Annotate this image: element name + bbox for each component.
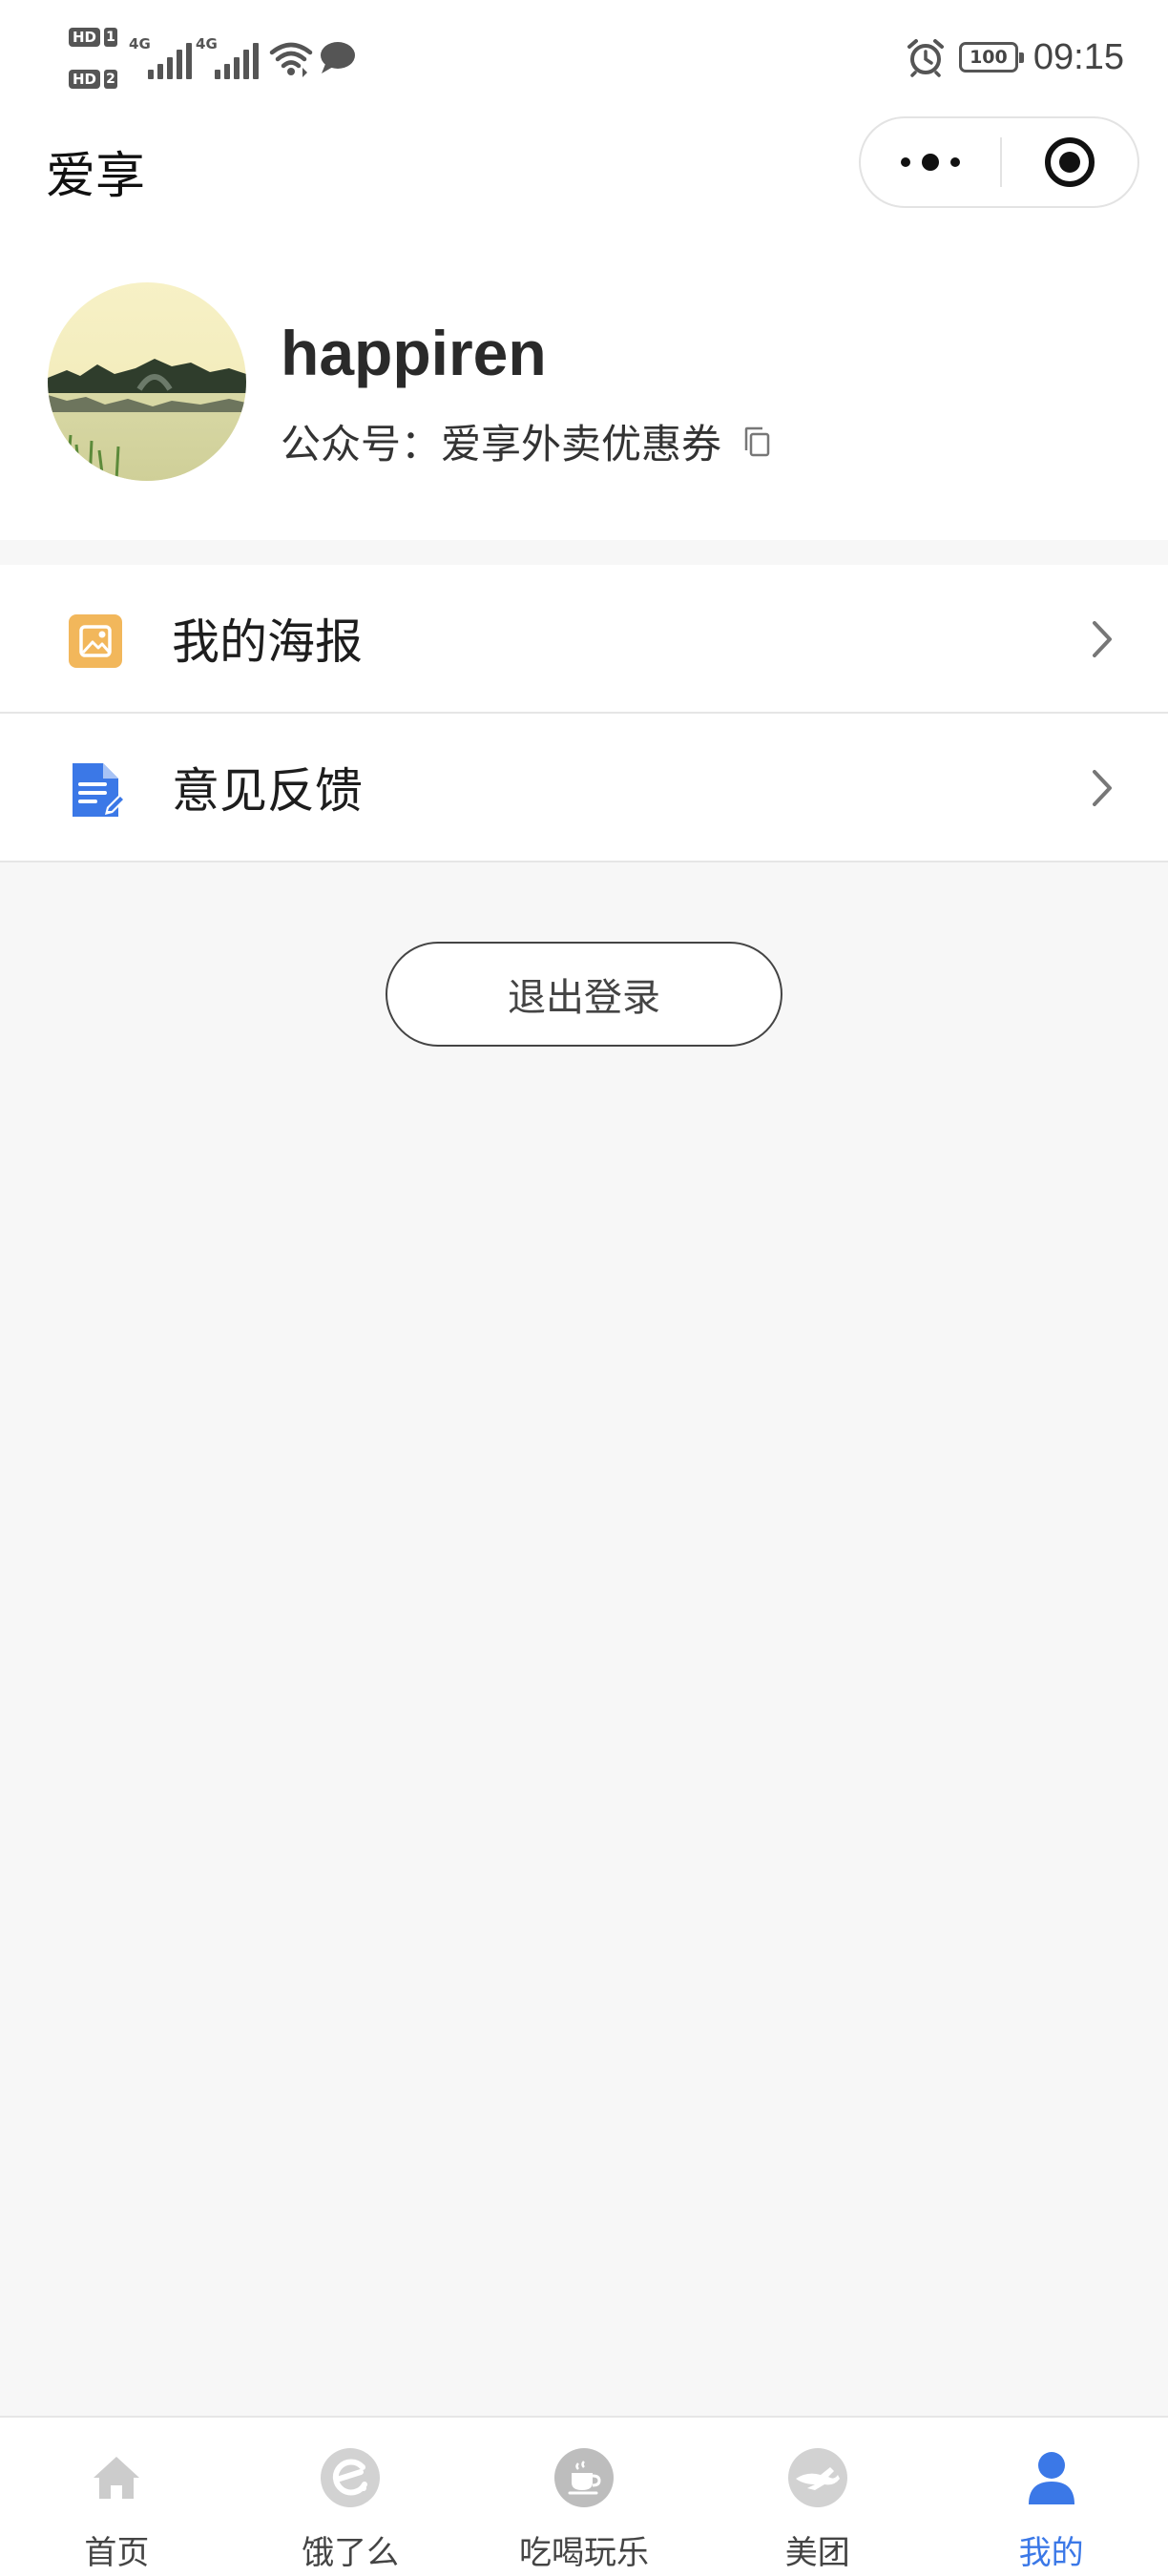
- official-account-name: 爱享外卖优惠券: [441, 421, 722, 467]
- menu-list: 我的海报 意见反馈: [0, 565, 1168, 862]
- tab-food-fun[interactable]: 吃喝玩乐: [468, 2418, 701, 2576]
- logout-label: 退出登录: [508, 976, 660, 1020]
- more-icon: [950, 157, 960, 167]
- status-right: 100 09:15: [906, 27, 1124, 88]
- battery-level: 100: [970, 46, 1008, 68]
- home-icon: [94, 2457, 140, 2499]
- copy-icon[interactable]: [742, 426, 771, 458]
- official-account-line: 公众号： 爱享外卖优惠券: [281, 412, 771, 470]
- close-button[interactable]: [1002, 118, 1137, 206]
- wifi-icon: [269, 42, 313, 77]
- menu-item-feedback[interactable]: 意见反馈: [0, 714, 1168, 862]
- avatar[interactable]: [48, 282, 246, 481]
- network-type: 4G: [129, 35, 151, 52]
- chevron-right-icon: [1093, 770, 1112, 806]
- tab-label: 我的: [1018, 2534, 1084, 2572]
- feedback-document-icon: [73, 763, 124, 817]
- alarm-icon: [907, 39, 944, 77]
- message-icon: [321, 42, 356, 73]
- status-left: HD 1 HD 2 4G 4G: [69, 25, 358, 92]
- tab-eleme[interactable]: 饿了么: [234, 2418, 468, 2576]
- tab-mine[interactable]: 我的: [934, 2418, 1168, 2576]
- poster-image-icon: [69, 614, 122, 668]
- tab-home[interactable]: 首页: [0, 2418, 234, 2576]
- eleme-icon: [321, 2448, 381, 2507]
- menu-item-my-poster[interactable]: 我的海报: [0, 565, 1168, 714]
- status-bar: HD 1 HD 2 4G 4G 100 09:15: [0, 0, 1168, 114]
- official-account-label: 公众号：: [281, 421, 442, 467]
- page-title: 爱享: [46, 148, 146, 205]
- signal-icon: 4G: [129, 35, 193, 81]
- profile-card: happiren 公众号： 爱享外卖优惠券: [0, 221, 1168, 540]
- bottom-tab-bar: 首页 饿了么 吃喝玩乐 美团 我的: [0, 2416, 1168, 2576]
- hd-indicators: HD 1 HD 2: [69, 28, 118, 89]
- tab-label: 首页: [84, 2534, 150, 2572]
- more-button[interactable]: [861, 118, 1000, 206]
- username: happiren: [281, 318, 547, 388]
- signal-icon: 4G: [196, 35, 260, 81]
- tab-label: 饿了么: [302, 2534, 400, 2572]
- logout-button[interactable]: 退出登录: [386, 942, 782, 1047]
- status-time: 09:15: [1032, 36, 1124, 77]
- user-icon: [1028, 2452, 1074, 2504]
- menu-item-label: 我的海报: [172, 614, 363, 670]
- tab-meituan[interactable]: 美团: [700, 2418, 934, 2576]
- tab-label: 吃喝玩乐: [518, 2534, 649, 2572]
- sim-slot: 1: [104, 28, 118, 47]
- tab-label: 美团: [784, 2534, 850, 2572]
- sim1-indicator: HD 1: [69, 28, 118, 47]
- network-type: 4G: [196, 35, 218, 52]
- page: HD 1 HD 2 4G 4G 100 09:15 爱享 happiren 公众…: [0, 0, 1168, 2576]
- coffee-cup-icon: [553, 2448, 614, 2507]
- more-icon: [901, 157, 910, 167]
- hd-badge: HD: [69, 28, 101, 47]
- title-bar: 爱享: [0, 114, 1168, 221]
- battery-icon: 100: [958, 42, 1024, 73]
- chevron-right-icon: [1093, 621, 1112, 657]
- menu-item-label: 意见反馈: [172, 763, 363, 819]
- close-target-icon: [1045, 137, 1095, 187]
- kangaroo-icon: [787, 2448, 847, 2507]
- hd-badge: HD: [69, 70, 101, 89]
- sim2-indicator: HD 2: [69, 70, 118, 89]
- more-icon: [922, 154, 939, 171]
- sim-slot: 2: [104, 70, 118, 89]
- mini-program-capsule: [859, 116, 1139, 208]
